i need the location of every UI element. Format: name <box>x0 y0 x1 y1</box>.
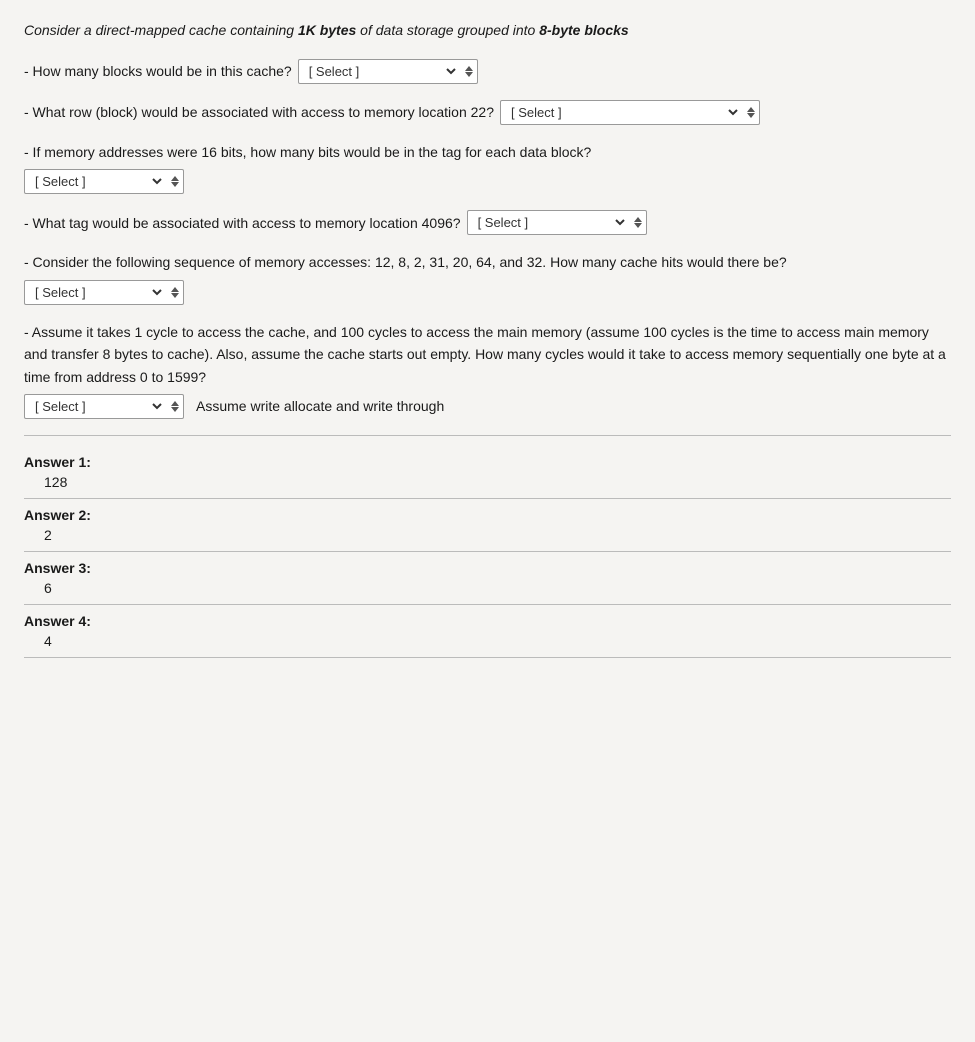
select-wrapper-1[interactable]: [ Select ] <box>298 59 478 84</box>
question-block-5: - Consider the following sequence of mem… <box>24 251 951 304</box>
arrow-up-6 <box>171 401 179 406</box>
select-q3[interactable]: [ Select ] <box>29 172 165 191</box>
answer-value-3: 6 <box>24 580 951 596</box>
answer-label-2: Answer 2: <box>24 507 951 523</box>
question-text-2: - What row (block) would be associated w… <box>24 101 494 123</box>
answer-value-4: 4 <box>24 633 951 649</box>
question-text-5: - Consider the following sequence of mem… <box>24 251 951 273</box>
question-block-6: - Assume it takes 1 cycle to access the … <box>24 321 951 419</box>
main-divider <box>24 435 951 436</box>
question-block-4: - What tag would be associated with acce… <box>24 210 951 235</box>
page-container: Consider a direct-mapped cache containin… <box>0 0 975 1042</box>
select-arrow-2 <box>747 107 755 118</box>
arrow-up-5 <box>171 287 179 292</box>
select-q5[interactable]: [ Select ] <box>29 283 165 302</box>
arrow-down-3 <box>171 182 179 187</box>
select-q2[interactable]: [ Select ] <box>505 103 741 122</box>
question-text-1: - How many blocks would be in this cache… <box>24 60 292 82</box>
question-text-4: - What tag would be associated with acce… <box>24 212 461 234</box>
question-line-1: - How many blocks would be in this cache… <box>24 59 951 84</box>
select-arrow-5 <box>171 287 179 298</box>
select-wrapper-2[interactable]: [ Select ] <box>500 100 760 125</box>
select-arrow-6 <box>171 401 179 412</box>
question-line-2: - What row (block) would be associated w… <box>24 100 951 125</box>
inline-note-6: Assume write allocate and write through <box>196 395 444 417</box>
arrow-down-6 <box>171 407 179 412</box>
answer-section-1: Answer 1: 128 <box>24 446 951 499</box>
select-q1[interactable]: [ Select ] <box>303 62 459 81</box>
question-block-2: - What row (block) would be associated w… <box>24 100 951 125</box>
question-line-4: - What tag would be associated with acce… <box>24 210 951 235</box>
answer-label-1: Answer 1: <box>24 454 951 470</box>
select-wrapper-4[interactable]: [ Select ] <box>467 210 647 235</box>
arrow-up-4 <box>634 217 642 222</box>
arrow-up-2 <box>747 107 755 112</box>
arrow-down-5 <box>171 293 179 298</box>
select-q6[interactable]: [ Select ] <box>29 397 165 416</box>
arrow-up-3 <box>171 176 179 181</box>
select-q4[interactable]: [ Select ] <box>472 213 628 232</box>
answer-section-4: Answer 4: 4 <box>24 605 951 658</box>
arrow-down-4 <box>634 223 642 228</box>
answer-section-3: Answer 3: 6 <box>24 552 951 605</box>
question-line-6: [ Select ] Assume write allocate and wri… <box>24 394 951 419</box>
select-wrapper-6[interactable]: [ Select ] <box>24 394 184 419</box>
answer-label-4: Answer 4: <box>24 613 951 629</box>
question-line-5: [ Select ] <box>24 280 951 305</box>
arrow-down-1 <box>465 72 473 77</box>
question-block-3: - If memory addresses were 16 bits, how … <box>24 141 951 194</box>
question-block-1: - How many blocks would be in this cache… <box>24 59 951 84</box>
arrow-down-2 <box>747 113 755 118</box>
select-wrapper-3[interactable]: [ Select ] <box>24 169 184 194</box>
question-line-3: [ Select ] <box>24 169 951 194</box>
question-text-3: - If memory addresses were 16 bits, how … <box>24 141 951 163</box>
answer-label-3: Answer 3: <box>24 560 951 576</box>
intro-text: Consider a direct-mapped cache containin… <box>24 20 951 41</box>
answer-section-2: Answer 2: 2 <box>24 499 951 552</box>
answer-value-2: 2 <box>24 527 951 543</box>
answer-value-1: 128 <box>24 474 951 490</box>
select-arrow-1 <box>465 66 473 77</box>
select-wrapper-5[interactable]: [ Select ] <box>24 280 184 305</box>
select-arrow-3 <box>171 176 179 187</box>
arrow-up-1 <box>465 66 473 71</box>
select-arrow-4 <box>634 217 642 228</box>
question-text-6: - Assume it takes 1 cycle to access the … <box>24 321 951 388</box>
